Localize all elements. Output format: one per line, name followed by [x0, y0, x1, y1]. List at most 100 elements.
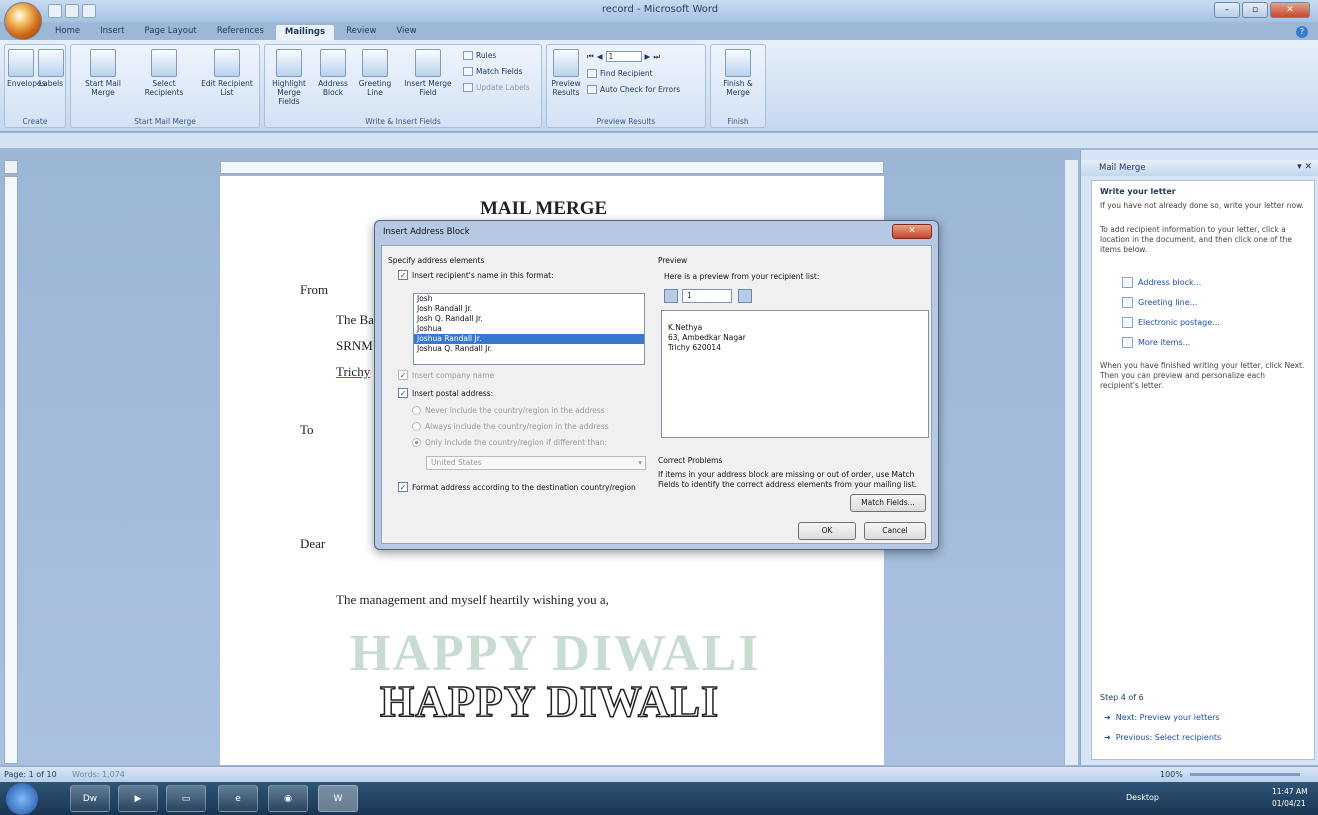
envelopes-button[interactable]: Envelopes — [7, 49, 46, 88]
first-record-icon[interactable]: ⏮ — [587, 52, 594, 62]
clock-date[interactable]: 01/04/21 — [1272, 799, 1306, 808]
page-count[interactable]: Page: 1 of 10 — [4, 770, 57, 779]
list-item[interactable]: Josh Randall Jr. — [414, 304, 644, 314]
only-if-different-radio[interactable]: Only include the country/region if diffe… — [412, 438, 607, 447]
select-recipients-button[interactable]: Select Recipients — [135, 49, 193, 97]
always-country-radio[interactable]: Always include the country/region in the… — [412, 422, 609, 431]
desktop-toolbar[interactable]: Desktop — [1126, 793, 1159, 802]
record-navigator[interactable]: ⏮ ◀ 1 ▶ ⏭ — [587, 51, 660, 62]
find-recipient-button[interactable]: Find Recipient — [587, 69, 653, 78]
list-item[interactable]: Josh — [414, 294, 644, 304]
window-controls: – ▫ ✕ — [1214, 2, 1310, 18]
preview-results-button[interactable]: Preview Results — [549, 49, 583, 97]
finish-merge-button[interactable]: Finish & Merge — [715, 49, 761, 97]
vertical-scrollbar[interactable] — [1064, 160, 1078, 765]
save-icon[interactable] — [48, 4, 62, 18]
pane-text-2: To add recipient information to your let… — [1100, 225, 1293, 254]
start-button[interactable] — [6, 783, 38, 815]
record-number-field[interactable]: 1 — [605, 51, 642, 62]
tab-home[interactable]: Home — [46, 24, 89, 40]
tab-mailings[interactable]: Mailings — [274, 24, 336, 40]
preview-first-icon[interactable] — [664, 289, 678, 303]
greeting-line-button[interactable]: Greeting Line — [355, 49, 395, 97]
tab-page-layout[interactable]: Page Layout — [136, 24, 206, 40]
tab-insert[interactable]: Insert — [91, 24, 133, 40]
next-arrow-icon: ➜ — [1104, 713, 1111, 722]
folder-icon[interactable]: ▭ — [166, 785, 206, 812]
redo-icon[interactable] — [82, 4, 96, 18]
last-record-icon[interactable]: ⏭ — [653, 52, 660, 62]
correct-problems-text: If items in your address block are missi… — [658, 470, 918, 489]
match-fields-button[interactable]: Match Fields — [463, 67, 523, 76]
highlight-merge-fields-button[interactable]: Highlight Merge Fields — [267, 49, 311, 106]
pane-heading: Write your letter — [1100, 187, 1176, 196]
ruler-toggle[interactable] — [4, 160, 18, 174]
electronic-postage-link[interactable]: Electronic postage... — [1122, 317, 1220, 328]
tab-references[interactable]: References — [208, 24, 273, 40]
auto-check-errors-button[interactable]: Auto Check for Errors — [587, 85, 680, 94]
insert-name-checkbox[interactable]: ✓ Insert recipient's name in this format: — [398, 270, 554, 280]
start-mail-merge-button[interactable]: Start Mail Merge — [75, 49, 131, 97]
restore-button[interactable]: ▫ — [1242, 2, 1268, 18]
more-items-link[interactable]: More items... — [1122, 337, 1190, 348]
format-by-destination-checkbox[interactable]: ✓ Format address according to the destina… — [398, 482, 636, 492]
horizontal-ruler[interactable] — [220, 161, 884, 174]
merge-field-icon — [415, 49, 441, 77]
list-item[interactable]: Josh Q. Randall Jr. — [414, 314, 644, 324]
word-count[interactable]: Words: 1,074 — [72, 770, 125, 779]
group-label: Write & Insert Fields — [365, 117, 441, 126]
dreamweaver-icon[interactable]: Dw — [70, 785, 110, 812]
postal-address-checkbox[interactable]: ✓ Insert postal address: — [398, 388, 493, 398]
greeting-line-link[interactable]: Greeting line... — [1122, 297, 1197, 308]
update-labels-button[interactable]: Update Labels — [463, 83, 530, 92]
office-button[interactable] — [4, 2, 42, 40]
vertical-ruler[interactable] — [4, 176, 18, 764]
rules-button[interactable]: Rules — [463, 51, 496, 60]
undo-icon[interactable] — [65, 4, 79, 18]
word-taskbar-icon[interactable]: W — [318, 785, 358, 812]
insert-merge-field-button[interactable]: Insert Merge Field — [397, 49, 459, 97]
match-fields-button[interactable]: Match Fields... — [850, 494, 926, 512]
help-icon[interactable]: ? — [1296, 26, 1308, 38]
close-button[interactable]: ✕ — [1270, 2, 1310, 18]
list-item[interactable]: Joshua Q. Randall Jr. — [414, 344, 644, 354]
minimize-button[interactable]: – — [1214, 2, 1240, 18]
chevron-down-icon: ▾ — [638, 458, 642, 467]
more-items-icon — [1122, 337, 1133, 348]
prev-record-icon[interactable]: ◀ — [597, 52, 603, 61]
cancel-button[interactable]: Cancel — [864, 522, 926, 540]
group-start-mail-merge: Start Mail Merge Select Recipients Edit … — [70, 44, 260, 128]
list-item-selected[interactable]: Joshua Randall Jr. — [414, 334, 644, 344]
tab-review[interactable]: Review — [337, 24, 385, 40]
previous-step-link[interactable]: ➜ Previous: Select recipients — [1104, 733, 1221, 742]
body-text: The management and myself heartily wishi… — [336, 592, 609, 607]
company-checkbox[interactable]: ✓ Insert company name — [398, 370, 494, 380]
address-block-button[interactable]: Address Block — [313, 49, 353, 97]
never-country-radio[interactable]: Never include the country/region in the … — [412, 406, 605, 415]
preview-record-field[interactable]: 1 — [682, 289, 732, 303]
update-icon — [463, 83, 473, 92]
list-item[interactable]: Joshua — [414, 324, 644, 334]
zoom-slider[interactable] — [1190, 773, 1300, 776]
address-block-link[interactable]: Address block... — [1122, 277, 1201, 288]
country-select[interactable]: United States ▾ — [426, 456, 646, 470]
zoom-level[interactable]: 100% — [1160, 770, 1183, 779]
pane-close-icon[interactable]: ▾ ✕ — [1297, 162, 1312, 172]
ok-button[interactable]: OK — [798, 522, 856, 540]
labels-button[interactable]: Labels — [37, 49, 65, 88]
labels-icon — [38, 49, 64, 77]
tab-view[interactable]: View — [387, 24, 425, 40]
ribbon: Envelopes Labels Create Start Mail Merge… — [0, 40, 1318, 132]
chrome-icon[interactable]: ◉ — [268, 785, 308, 812]
media-player-icon[interactable]: ▶ — [118, 785, 158, 812]
preview-next-icon[interactable] — [738, 289, 752, 303]
envelope-icon — [8, 49, 34, 77]
preview-label: Preview — [658, 256, 688, 265]
name-format-list[interactable]: Josh Josh Randall Jr. Josh Q. Randall Jr… — [413, 293, 645, 365]
next-record-icon[interactable]: ▶ — [645, 52, 651, 61]
edit-recipient-list-button[interactable]: Edit Recipient List — [197, 49, 257, 97]
clock-time[interactable]: 11:47 AM — [1272, 787, 1308, 796]
dialog-close-button[interactable]: ✕ — [892, 224, 932, 239]
next-step-link[interactable]: ➜ Next: Preview your letters — [1104, 713, 1220, 722]
browser-icon[interactable]: e — [218, 785, 258, 812]
